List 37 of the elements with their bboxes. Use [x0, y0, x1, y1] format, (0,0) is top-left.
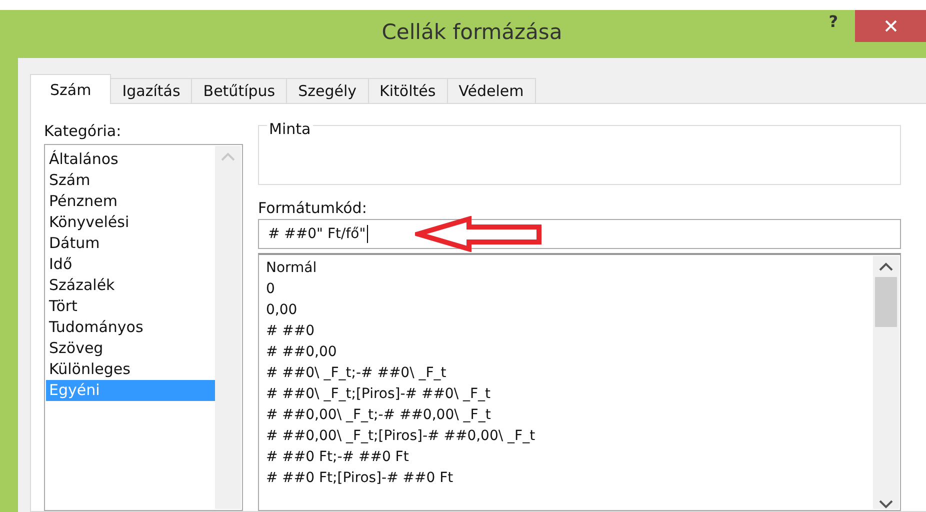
- close-button[interactable]: [855, 10, 926, 42]
- category-item[interactable]: Általános: [46, 149, 215, 170]
- category-item[interactable]: Különleges: [46, 359, 215, 380]
- category-item[interactable]: Szám: [46, 170, 215, 191]
- category-item[interactable]: Szöveg: [46, 338, 215, 359]
- category-label: Kategória:: [44, 122, 122, 140]
- window-title: Cellák formázása: [382, 20, 562, 44]
- format-code-label: Formátumkód:: [258, 199, 368, 217]
- category-item[interactable]: Tört: [46, 296, 215, 317]
- format-item[interactable]: # ##0,00\ _F_t;-# ##0,00\ _F_t: [266, 405, 873, 426]
- text-cursor: [366, 225, 368, 243]
- category-item[interactable]: Idő: [46, 254, 215, 275]
- format-code-field[interactable]: # ##0" Ft/fő": [258, 219, 901, 249]
- category-item[interactable]: Tudományos: [46, 317, 215, 338]
- format-item[interactable]: 0: [266, 279, 873, 300]
- scrollbar[interactable]: [873, 256, 899, 509]
- format-item[interactable]: # ##0 Ft;[Piros]-# ##0 Ft: [266, 468, 873, 489]
- scroll-thumb[interactable]: [875, 277, 897, 327]
- format-item[interactable]: # ##0,00\ _F_t;[Piros]-# ##0,00\ _F_t: [266, 426, 873, 447]
- category-item[interactable]: Százalék: [46, 275, 215, 296]
- help-button[interactable]: ?: [822, 12, 844, 31]
- format-item[interactable]: 0,00: [266, 300, 873, 321]
- format-item[interactable]: Normál: [266, 258, 873, 279]
- format-item[interactable]: # ##0\ _F_t;[Piros]-# ##0\ _F_t: [266, 384, 873, 405]
- category-item[interactable]: Dátum: [46, 233, 215, 254]
- category-item[interactable]: Könyvelési: [46, 212, 215, 233]
- category-item[interactable]: Pénznem: [46, 191, 215, 212]
- format-item[interactable]: # ##0 Ft;-# ##0 Ft: [266, 447, 873, 468]
- format-item[interactable]: # ##0,00: [266, 342, 873, 363]
- close-icon: [884, 20, 896, 32]
- tab[interactable]: Védelem: [446, 78, 536, 104]
- scroll-up-icon[interactable]: [879, 262, 893, 271]
- scrollbar[interactable]: [215, 146, 241, 509]
- format-item[interactable]: # ##0\ _F_t;-# ##0\ _F_t: [266, 363, 873, 384]
- scroll-down-icon[interactable]: [879, 500, 893, 509]
- format-item[interactable]: # ##0: [266, 321, 873, 342]
- tab[interactable]: Szám: [30, 74, 112, 104]
